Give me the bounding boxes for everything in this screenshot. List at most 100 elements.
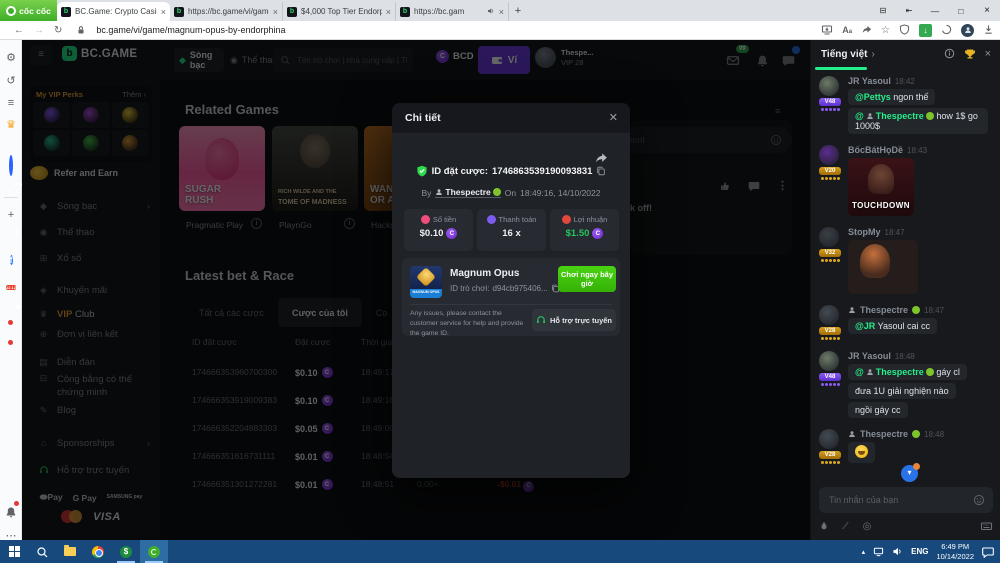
maximize-button[interactable]: □	[948, 6, 974, 16]
shopee-icon[interactable]: 12.12	[0, 276, 22, 294]
file-explorer-icon[interactable]	[56, 540, 84, 563]
forward-button[interactable]: →	[34, 25, 44, 36]
chat-image[interactable]	[848, 240, 918, 294]
browser-tab[interactable]: b$4,000 Top Tier Endorphina×	[283, 2, 396, 21]
downloads-icon[interactable]	[983, 24, 994, 35]
chat-username[interactable]: JR Yasoul18:42	[848, 76, 993, 86]
chat-username[interactable]: Thespectre18:48	[848, 429, 993, 439]
profile-icon[interactable]	[961, 24, 974, 37]
avatar[interactable]	[819, 429, 839, 449]
stat-label: Lợi nhuận	[550, 215, 619, 224]
chat-avatar-column: V28	[819, 429, 841, 464]
chat-tab-indicator	[815, 67, 867, 70]
chat-input[interactable]	[827, 494, 967, 506]
chat-input-box[interactable]	[819, 487, 993, 513]
chat-close-icon[interactable]: ×	[985, 48, 991, 60]
share-icon[interactable]	[861, 24, 872, 35]
taskbar-search-icon[interactable]	[28, 540, 56, 563]
minimize-button[interactable]: —	[922, 6, 948, 16]
chat-language[interactable]: Tiếng việt	[821, 49, 868, 60]
reading-list-icon[interactable]: ≡	[0, 93, 22, 111]
zalo-icon[interactable]	[0, 157, 22, 175]
support-button[interactable]: Hỗ trợ trực tuyến	[532, 309, 616, 331]
tab-close-icon[interactable]: ×	[161, 7, 166, 17]
notification-center-icon[interactable]	[982, 546, 994, 558]
finance-app-icon[interactable]: $	[112, 540, 140, 563]
chat-message-content: StopMy18:47	[848, 227, 993, 294]
bookmark-star-icon[interactable]: ☆	[881, 25, 890, 36]
browser-tab[interactable]: bBC.Game: Crypto Casino Gan×	[57, 2, 170, 21]
chat-messages: V48JR Yasoul18:42@Pettys ngon thế@Thespe…	[811, 74, 1000, 484]
avatar[interactable]	[819, 351, 839, 371]
coccoc-brand-button[interactable]: cốc cốc	[0, 0, 57, 21]
clock[interactable]: 6:49 PM10/14/2022	[936, 542, 974, 562]
rules-icon[interactable]: ∕	[845, 521, 847, 532]
game-title: Magnum Opus	[450, 268, 519, 279]
mention-link[interactable]: @JR	[855, 321, 875, 331]
chat-bubble-row	[848, 439, 993, 463]
tab-restore-icon[interactable]: ⇤	[896, 6, 922, 15]
stat-value: $1.50 C	[550, 228, 619, 239]
chat-image[interactable]: TOUCHDOWN	[848, 158, 914, 216]
avatar[interactable]	[819, 305, 839, 325]
reload-button[interactable]: ↻	[54, 25, 62, 36]
tab-search-icon[interactable]: ⊟	[870, 6, 896, 15]
copy-icon[interactable]	[596, 166, 606, 177]
language-indicator[interactable]: ENG	[911, 547, 928, 556]
adblock-swirl-icon[interactable]	[941, 24, 952, 35]
new-tab-button[interactable]: +	[509, 5, 527, 17]
tab-close-icon[interactable]: ×	[273, 7, 278, 17]
chat-emoji-icon[interactable]	[973, 494, 985, 506]
gear-icon[interactable]: ⚙	[0, 48, 22, 66]
tab-close-icon[interactable]: ×	[386, 7, 391, 17]
chat-username[interactable]: StopMy18:47	[848, 227, 993, 237]
browser-tab[interactable]: bhttps://bc.gam×	[396, 2, 509, 21]
avatar[interactable]	[819, 76, 839, 96]
facebook-icon[interactable]: f	[0, 250, 22, 268]
save-page-icon[interactable]	[821, 24, 833, 36]
chat-info-icon[interactable]	[944, 45, 955, 63]
chat-username[interactable]: JR Yasoul18:48	[848, 351, 993, 361]
keyboard-icon[interactable]	[980, 520, 993, 532]
mention-link[interactable]: @Thespectre	[855, 111, 934, 121]
chat-timestamp: 18:42	[895, 77, 915, 86]
play-now-button[interactable]: Chơi ngay bây giờ	[558, 266, 616, 292]
shield-icon[interactable]	[899, 24, 910, 35]
window-controls: ⊟ ⇤ — □ ×	[870, 0, 1000, 21]
mention-link[interactable]: @Pettys	[855, 92, 891, 102]
chat-username[interactable]: BốcBátHọDề18:43	[848, 145, 993, 155]
url-text[interactable]: bc.game/vi/game/magnum-opus-by-endorphin…	[96, 25, 285, 35]
game-thumbnail[interactable]: MAGNUM OPUS	[410, 266, 442, 298]
start-button[interactable]	[0, 540, 28, 563]
coccoc-taskbar-icon[interactable]	[140, 540, 168, 563]
notifications-bell-icon[interactable]	[0, 503, 22, 521]
close-button[interactable]: ×	[974, 5, 1000, 16]
trophy-icon[interactable]	[964, 45, 976, 63]
history-icon[interactable]: ↺	[0, 71, 22, 89]
modal-close-icon[interactable]: ✕	[609, 111, 618, 124]
plus-icon[interactable]: +	[0, 205, 22, 223]
person-icon	[848, 306, 856, 314]
crown-icon[interactable]: ♛	[0, 115, 22, 133]
mention-link[interactable]: @Thespectre	[855, 367, 934, 377]
network-icon[interactable]	[873, 546, 884, 557]
bet-by-row: By Thespectre On 18:49:16, 14/10/2022	[392, 187, 630, 198]
back-button[interactable]: ←	[14, 25, 24, 36]
avatar[interactable]	[819, 227, 839, 247]
browser-tab[interactable]: bhttps://bc.game/vi/game/th×	[170, 2, 283, 21]
tab-close-icon[interactable]: ×	[499, 7, 504, 17]
download-manager-icon[interactable]: ↓	[919, 24, 932, 37]
bettor-link[interactable]: Thespectre	[435, 187, 500, 198]
coinflip-icon[interactable]: ◎	[863, 521, 872, 532]
chrome-icon[interactable]	[84, 540, 112, 563]
chat-bubble-row: @Thespectre gáy cl	[848, 361, 993, 380]
tray-expand-icon[interactable]: ▴	[862, 548, 866, 556]
chat-username[interactable]: Thespectre18:47	[848, 305, 993, 315]
rain-icon[interactable]	[819, 521, 829, 532]
stat-label: Thanh toán	[477, 215, 546, 224]
translate-icon[interactable]: Aa	[842, 25, 852, 35]
tab-title: https://bc.gam	[414, 7, 483, 16]
scroll-to-bottom-button[interactable]: ▾	[901, 465, 918, 482]
avatar[interactable]	[819, 145, 839, 165]
volume-icon[interactable]	[892, 546, 903, 557]
